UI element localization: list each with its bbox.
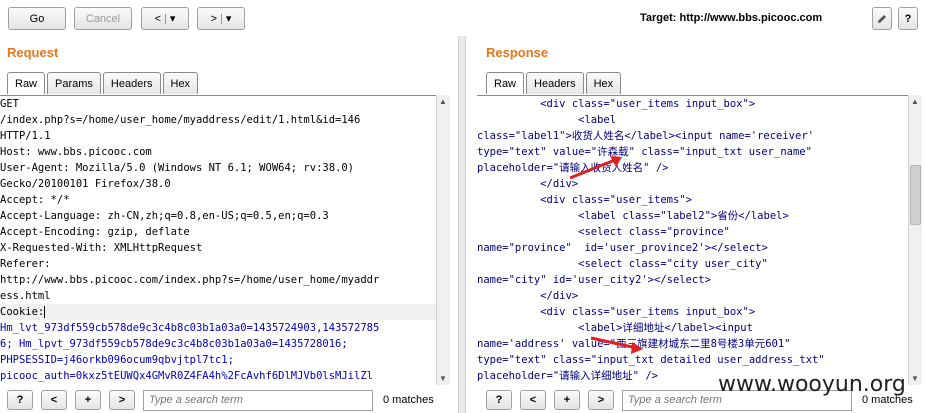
watermark-text: www.wooyun.org	[718, 372, 906, 397]
response-title: Response	[486, 45, 549, 60]
response-scroll-thumb[interactable]	[910, 165, 921, 225]
request-line: HTTP/1.1	[0, 130, 51, 142]
request-line: ess.html	[0, 290, 51, 302]
search-next-button[interactable]: >	[109, 390, 135, 410]
response-scrollbar[interactable]: ▲ ▼	[908, 95, 922, 385]
response-line: <div class="user_items input_box">	[477, 98, 756, 110]
help-button[interactable]: ?	[898, 7, 918, 30]
search-prev-button[interactable]: <	[520, 390, 546, 410]
scroll-up-icon[interactable]: ▲	[911, 97, 919, 106]
search-next-button[interactable]: >	[588, 390, 614, 410]
response-line: type="text" class="input_txt detailed us…	[477, 354, 825, 366]
response-line: <select class="city user_city"	[477, 258, 768, 270]
tab-request-params[interactable]: Params	[47, 72, 101, 94]
request-editor[interactable]: GET /index.php?s=/home/user_home/myaddre…	[0, 95, 436, 385]
request-search-bar: ? < + > 0 matches	[7, 388, 434, 412]
request-line: X-Requested-With: XMLHttpRequest	[0, 242, 203, 254]
request-line: 6; Hm_lpvt_973df559cb578de9c3c4b8c03b1a0…	[0, 338, 348, 350]
request-match-count: 0 matches	[383, 394, 434, 406]
request-line: Accept: */*	[0, 194, 70, 206]
response-line: type="text" value="许森载" class="input_txt…	[477, 146, 812, 158]
response-editor[interactable]: <div class="user_items input_box"> <labe…	[477, 95, 908, 385]
search-add-button[interactable]: +	[75, 390, 101, 410]
response-line: <label class="label2">省份</label>	[477, 210, 789, 222]
response-line: <select class="province"	[477, 226, 730, 238]
request-line-cursor: Cookie:	[0, 304, 436, 320]
request-line: /index.php?s=/home/user_home/myaddress/e…	[0, 114, 361, 126]
response-line: </div>	[477, 178, 579, 190]
scroll-down-icon[interactable]: ▼	[911, 374, 919, 383]
request-line: Hm_lvt_973df559cb578de9c3c4b8c03b1a03a0=…	[0, 322, 380, 334]
search-help-button[interactable]: ?	[7, 390, 33, 410]
request-search-input[interactable]	[143, 389, 373, 411]
request-line: Accept-Encoding: gzip, deflate	[0, 226, 190, 238]
response-line: name='address' value="西三旗建材城东二里8号楼3单元601…	[477, 338, 791, 350]
forward-button[interactable]: > | ▾	[197, 7, 245, 30]
tab-request-hex[interactable]: Hex	[162, 72, 199, 94]
request-line: http://www.bbs.picooc.com/index.php?s=/h…	[0, 274, 380, 286]
request-line: picooc_auth=0kxz5tEUWQx4GMvR0Z4FA4h%2FcA…	[0, 370, 373, 382]
request-scrollbar[interactable]: ▲ ▼	[436, 95, 450, 385]
response-line: <label>详细地址</label><input	[477, 322, 753, 334]
request-line: Accept-Language: zh-CN,zh;q=0.8,en-US;q=…	[0, 210, 329, 222]
tab-response-hex[interactable]: Hex	[585, 72, 622, 94]
request-line: Referer:	[0, 258, 51, 270]
annotation-arrow-name	[569, 156, 622, 180]
request-title: Request	[7, 45, 59, 60]
back-button[interactable]: < | ▾	[141, 7, 189, 30]
request-line: User-Agent: Mozilla/5.0 (Windows NT 6.1;…	[0, 162, 355, 174]
response-line: <label	[477, 114, 617, 126]
scroll-down-icon[interactable]: ▼	[439, 374, 447, 383]
request-line: GET	[0, 98, 19, 110]
response-line: <div class="user_items">	[477, 194, 692, 206]
forward-menu-icon: ▾	[225, 13, 232, 25]
response-line: class="label1">收货人姓名</label><input name=…	[477, 130, 814, 142]
text-cursor	[44, 306, 46, 318]
back-arrow: <	[154, 12, 162, 25]
forward-arrow: >	[210, 12, 218, 25]
tab-request-headers[interactable]: Headers	[102, 72, 161, 94]
scroll-up-icon[interactable]: ▲	[439, 97, 447, 106]
edit-target-button[interactable]	[872, 7, 892, 30]
response-line: placeholder="请输入收货人姓名" />	[477, 162, 669, 174]
response-line: <div class="user_items input_box">	[477, 306, 756, 318]
request-line: Host: www.bbs.picooc.com	[0, 146, 152, 158]
pencil-icon	[878, 14, 886, 23]
target-label: Target: http://www.bbs.picooc.com	[640, 12, 823, 24]
request-line: PHPSESSID=j46orkb096ocum9qbvjtpl7tc1;	[0, 354, 234, 366]
search-add-button[interactable]: +	[554, 390, 580, 410]
tab-response-headers[interactable]: Headers	[526, 72, 584, 94]
pane-divider[interactable]	[458, 36, 466, 413]
search-prev-button[interactable]: <	[41, 390, 67, 410]
request-tabs: Raw Params Headers Hex	[7, 72, 200, 94]
request-line: Gecko/20100101 Firefox/38.0	[0, 178, 171, 190]
search-help-button[interactable]: ?	[486, 390, 512, 410]
response-tabs: Raw Headers Hex	[486, 72, 623, 94]
back-menu-icon: ▾	[169, 13, 176, 25]
response-line: </div>	[477, 290, 579, 302]
tab-request-raw[interactable]: Raw	[7, 72, 46, 94]
response-line: name="province" id='user_province2'></se…	[477, 242, 768, 254]
go-button[interactable]: Go	[8, 7, 66, 30]
cancel-button[interactable]: Cancel	[74, 7, 132, 30]
tab-response-raw[interactable]: Raw	[486, 72, 525, 94]
annotation-arrow-address	[590, 336, 643, 354]
response-line: name="city" id='user_city2'></select>	[477, 274, 711, 286]
